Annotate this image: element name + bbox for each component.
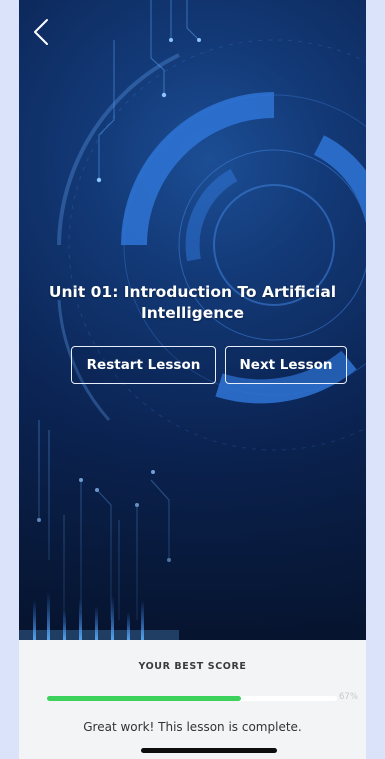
- best-score-label: YOUR BEST SCORE: [138, 661, 247, 672]
- back-button[interactable]: [27, 14, 53, 50]
- chevron-left-icon: [34, 19, 48, 45]
- restart-lesson-label: Restart Lesson: [86, 357, 201, 373]
- lesson-title: Unit 01: Introduction To Artificial Inte…: [48, 283, 337, 322]
- home-indicator: [141, 748, 277, 753]
- next-lesson-label: Next Lesson: [239, 357, 333, 373]
- lesson-complete-screen: Unit 01: Introduction To Artificial Inte…: [19, 0, 366, 759]
- score-progress-fill: [47, 696, 242, 701]
- lesson-hero: Unit 01: Introduction To Artificial Inte…: [19, 0, 366, 640]
- completion-message: Great work! This lesson is complete.: [83, 720, 302, 734]
- restart-lesson-button[interactable]: Restart Lesson: [71, 346, 216, 384]
- score-percent: 67%: [339, 692, 358, 702]
- next-lesson-button[interactable]: Next Lesson: [225, 346, 347, 384]
- score-progress-bar: [47, 696, 337, 701]
- score-panel: YOUR BEST SCORE 67% Great work! This les…: [19, 640, 366, 759]
